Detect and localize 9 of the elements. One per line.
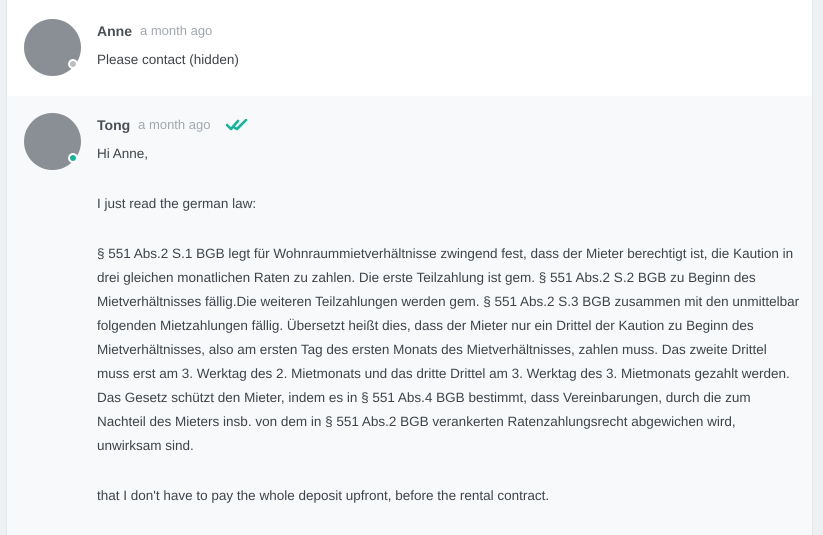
author-name: Anne xyxy=(97,22,132,40)
message-text: § 551 Abs.2 S.1 BGB legt für Wohnraummietverhältnisse zwingend fest, dass der Mieter berechtigt ist, die Kaution in drei gleichen monatlichen Raten zu zahlen. Die erste Teilzahlung ist gem. § 551 Abs.2 S.2 BGB zu Beginn des Mietverhältnisses fällig.Die weiteren Teilzahlungen werden gem. § 551 Abs.2 S.3 BGB zusammen mit den unmittelbar folgenden Mietzahlungen fällig. Übersetzt heißt dies, dass der Mieter nur ein Drittel der Kaution zu Beginn des Mietverhältnisses, also am ersten Tag des ersten Monats des Mietverhältnisses, zahlen muss. Das zweite Drittel muss erst am 3. Werktag des 2. Mietmonats und das dritte Drittel am 3. Werktag des 3. Mietmonats gezahlt werden. Das Gesetz schützt den Mieter, indem es in § 551 Abs.4 BGB bestimmt, dass Vereinbarungen, durch die zum Nachteil des Mieters insb. von dem in § 551 Abs.2 BGB verankerten Ratenzahlungsrecht abgewichen wird, unwirksam sind. xyxy=(97,245,800,455)
message-time: a month ago xyxy=(138,116,210,134)
message-text: Please contact (hidden) xyxy=(97,51,240,69)
message-text: I just read the german law: xyxy=(97,195,258,213)
message-text: that I don't have to pay the whole deposit upfront, before the rental contract. xyxy=(97,487,550,505)
message-text: Hi Anne, xyxy=(97,145,150,163)
author-name: Tong xyxy=(97,116,130,135)
message-time: a month ago xyxy=(140,22,212,40)
